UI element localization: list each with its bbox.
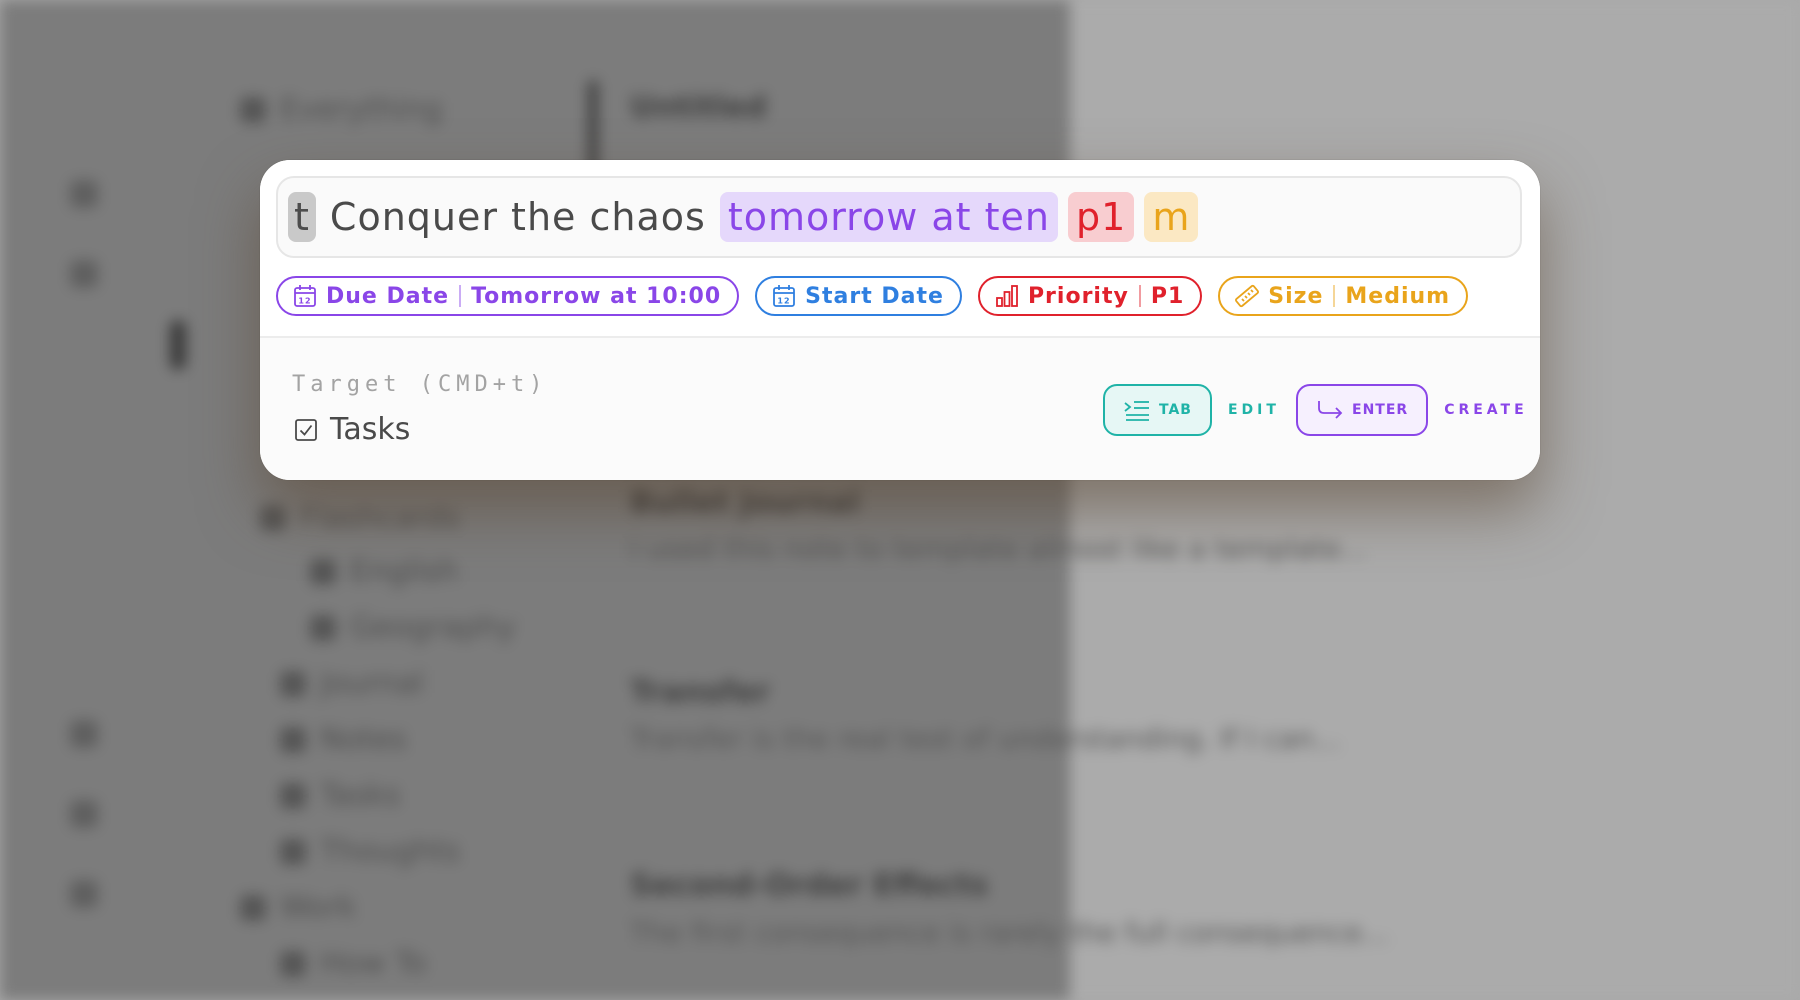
sidebar-item: Notes [280, 722, 407, 757]
sidebar-item: Flashcards [260, 500, 460, 535]
calendar-icon: 12 [773, 285, 796, 307]
bar-chart-icon [996, 285, 1018, 307]
enter-key-label: ENTER [1352, 402, 1409, 418]
ruler-icon [1235, 284, 1260, 308]
size-value: Medium [1345, 283, 1451, 309]
sidebar-item: How To [280, 946, 427, 981]
sidebar-item: Thoughts [280, 834, 460, 869]
note-title: Second-Order Effects [630, 868, 989, 903]
due-date-value: Tomorrow at 10:00 [471, 283, 722, 309]
prefix-token: t [288, 192, 316, 242]
target-value: Tasks [330, 412, 411, 447]
sidebar-item: English [310, 554, 458, 589]
edit-action: TAB EDIT [1103, 384, 1280, 436]
date-token: tomorrow at ten [719, 192, 1059, 242]
tab-key-label: TAB [1159, 402, 1192, 418]
priority-label: Priority [1027, 283, 1129, 309]
indent-icon [1124, 401, 1149, 421]
note-title: Bullet Journal [630, 485, 860, 520]
tab-key-button[interactable]: TAB [1103, 384, 1212, 436]
sidebar-item: Tasks [280, 778, 400, 813]
checkbox-icon [295, 418, 317, 441]
background-right-pane [1070, 0, 1800, 1000]
rail-icon [70, 260, 98, 288]
chip-separator [1333, 285, 1336, 307]
due-date-label: Due Date [326, 283, 450, 309]
modal-input-section: t Conquer the chaos tomorrow at ten p1 m… [260, 160, 1540, 336]
start-date-chip[interactable]: 12 Start Date [755, 276, 962, 316]
priority-chip[interactable]: Priority P1 [977, 276, 1203, 316]
rail-icon [70, 800, 98, 828]
chip-separator [1138, 285, 1141, 307]
rail-indicator [170, 320, 186, 370]
priority-value: P1 [1150, 283, 1185, 309]
priority-token: p1 [1068, 192, 1135, 242]
calendar-icon: 12 [294, 285, 316, 307]
chip-separator [459, 285, 462, 307]
sidebar-item: Everything [240, 92, 442, 127]
enter-key-button[interactable]: ENTER [1296, 384, 1429, 436]
sidebar-item: Geography [310, 610, 516, 645]
rail-icon [70, 180, 98, 208]
create-label: CREATE [1444, 402, 1528, 418]
modal-footer: Target (CMD+t) Tasks TAB EDIT ENTER CREA… [260, 336, 1540, 480]
rail-icon [70, 720, 98, 748]
target-label: Target (CMD+t) [292, 372, 548, 397]
size-token: m [1144, 192, 1199, 242]
start-date-label: Start Date [805, 283, 944, 309]
sidebar-item: Journal [280, 666, 424, 701]
sidebar-item: Work [240, 890, 356, 925]
property-chips: 12 Due Date Tomorrow at 10:00 12 Start D… [276, 276, 1469, 316]
edit-label: EDIT [1227, 402, 1280, 418]
create-action: ENTER CREATE [1296, 384, 1528, 436]
note-preview: The first consequence is rarely the full… [630, 916, 1389, 949]
task-title-text: Conquer the chaos [329, 195, 706, 239]
target-selector[interactable]: Tasks [294, 412, 410, 447]
quick-add-modal: t Conquer the chaos tomorrow at ten p1 m… [260, 160, 1540, 480]
due-date-chip[interactable]: 12 Due Date Tomorrow at 10:00 [276, 276, 740, 316]
note-title: Untitled [630, 90, 767, 125]
size-label: Size [1268, 283, 1324, 309]
return-arrow-icon [1318, 401, 1343, 419]
svg-text:12: 12 [778, 297, 791, 306]
note-preview: Transfer is the real test of understandi… [630, 722, 1341, 755]
note-preview: I used this note to template almost like… [630, 532, 1368, 565]
background-app: Everything Flashcards English Geography … [0, 0, 1800, 1000]
rail-icon [70, 880, 98, 908]
quick-add-input[interactable]: t Conquer the chaos tomorrow at ten p1 m [276, 176, 1522, 258]
note-title: Transfer [630, 675, 770, 710]
size-chip[interactable]: Size Medium [1218, 276, 1469, 316]
svg-text:12: 12 [298, 297, 311, 306]
